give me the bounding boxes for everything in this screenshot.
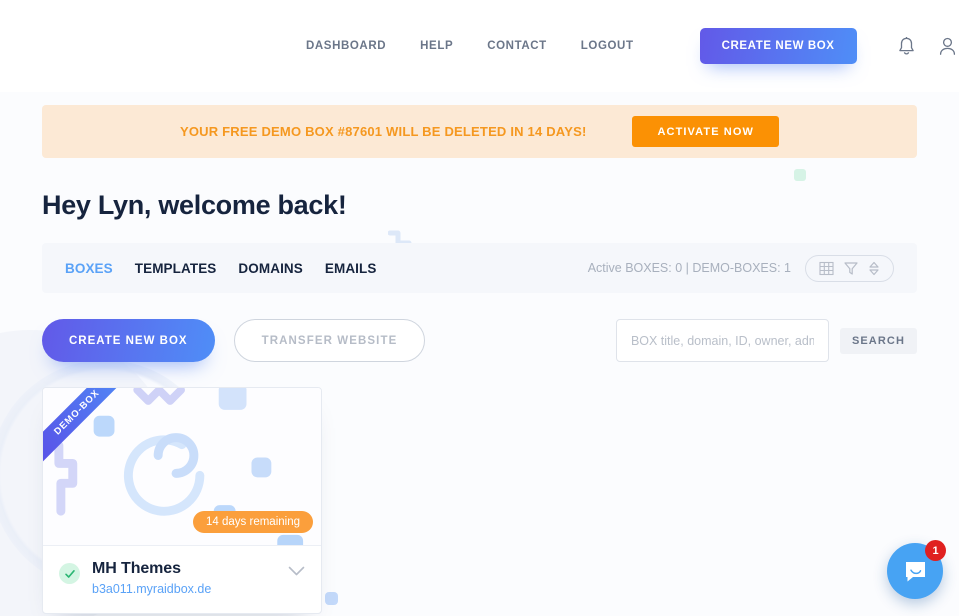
create-new-box-button[interactable]: CREATE NEW BOX [42,319,215,362]
tab-boxes[interactable]: BOXES [65,261,113,276]
chevron-down-icon[interactable] [288,566,305,577]
tab-list: BOXES TEMPLATES DOMAINS EMAILS [65,261,376,276]
actions-row: CREATE NEW BOX TRANSFER WEBSITE SEARCH [42,319,917,362]
tabs-bar-right: Active BOXES: 0 | DEMO-BOXES: 1 [587,254,894,282]
box-card[interactable]: DEMO-BOX 14 days remaining MH Themes b3a… [42,387,322,614]
user-icon[interactable] [938,36,957,57]
nav-item-logout[interactable]: LOGOUT [581,40,634,52]
header-icon-group [897,36,957,57]
intercom-unread-badge: 1 [925,540,946,561]
days-remaining-badge: 14 days remaining [193,511,313,533]
box-card-list: DEMO-BOX 14 days remaining MH Themes b3a… [42,387,917,614]
activate-now-button[interactable]: ACTIVATE NOW [632,116,779,147]
check-circle-icon [59,563,80,584]
main-nav: DASHBOARD HELP CONTACT LOGOUT [306,40,634,52]
tab-templates[interactable]: TEMPLATES [135,261,217,276]
nav-item-dashboard[interactable]: DASHBOARD [306,40,386,52]
box-card-body: MH Themes b3a011.myraidbox.de [43,546,321,613]
demo-expiry-alert: YOUR FREE DEMO BOX #87601 WILL BE DELETE… [42,105,917,158]
search-group: SEARCH [615,319,917,362]
alert-message: YOUR FREE DEMO BOX #87601 WILL BE DELETE… [180,124,587,139]
tab-domains[interactable]: DOMAINS [238,261,302,276]
box-preview[interactable]: DEMO-BOX 14 days remaining [43,388,321,546]
tab-emails[interactable]: EMAILS [325,261,377,276]
filter-icon[interactable] [844,261,858,276]
sort-icon[interactable] [868,261,880,276]
top-header: DASHBOARD HELP CONTACT LOGOUT CREATE NEW… [0,0,959,92]
view-options-pill [805,254,894,282]
box-title: MH Themes [92,560,181,577]
bell-icon[interactable] [897,36,916,57]
grid-view-icon[interactable] [819,261,834,276]
tabs-bar: BOXES TEMPLATES DOMAINS EMAILS Active BO… [42,243,917,293]
search-input[interactable] [615,319,829,362]
page-title: Hey Lyn, welcome back! [42,190,347,220]
header-create-new-box-button[interactable]: CREATE NEW BOX [699,28,857,64]
intercom-launcher[interactable]: 1 [887,540,946,599]
box-counts-label: Active BOXES: 0 | DEMO-BOXES: 1 [587,261,791,275]
nav-item-help[interactable]: HELP [420,40,453,52]
nav-item-contact[interactable]: CONTACT [487,40,547,52]
chat-bubble-icon [905,561,925,581]
search-button[interactable]: SEARCH [839,327,917,354]
box-domain-link[interactable]: b3a011.myraidbox.de [92,582,211,596]
box-card-texts: MH Themes b3a011.myraidbox.de [92,560,211,596]
transfer-website-button[interactable]: TRANSFER WEBSITE [233,319,426,362]
